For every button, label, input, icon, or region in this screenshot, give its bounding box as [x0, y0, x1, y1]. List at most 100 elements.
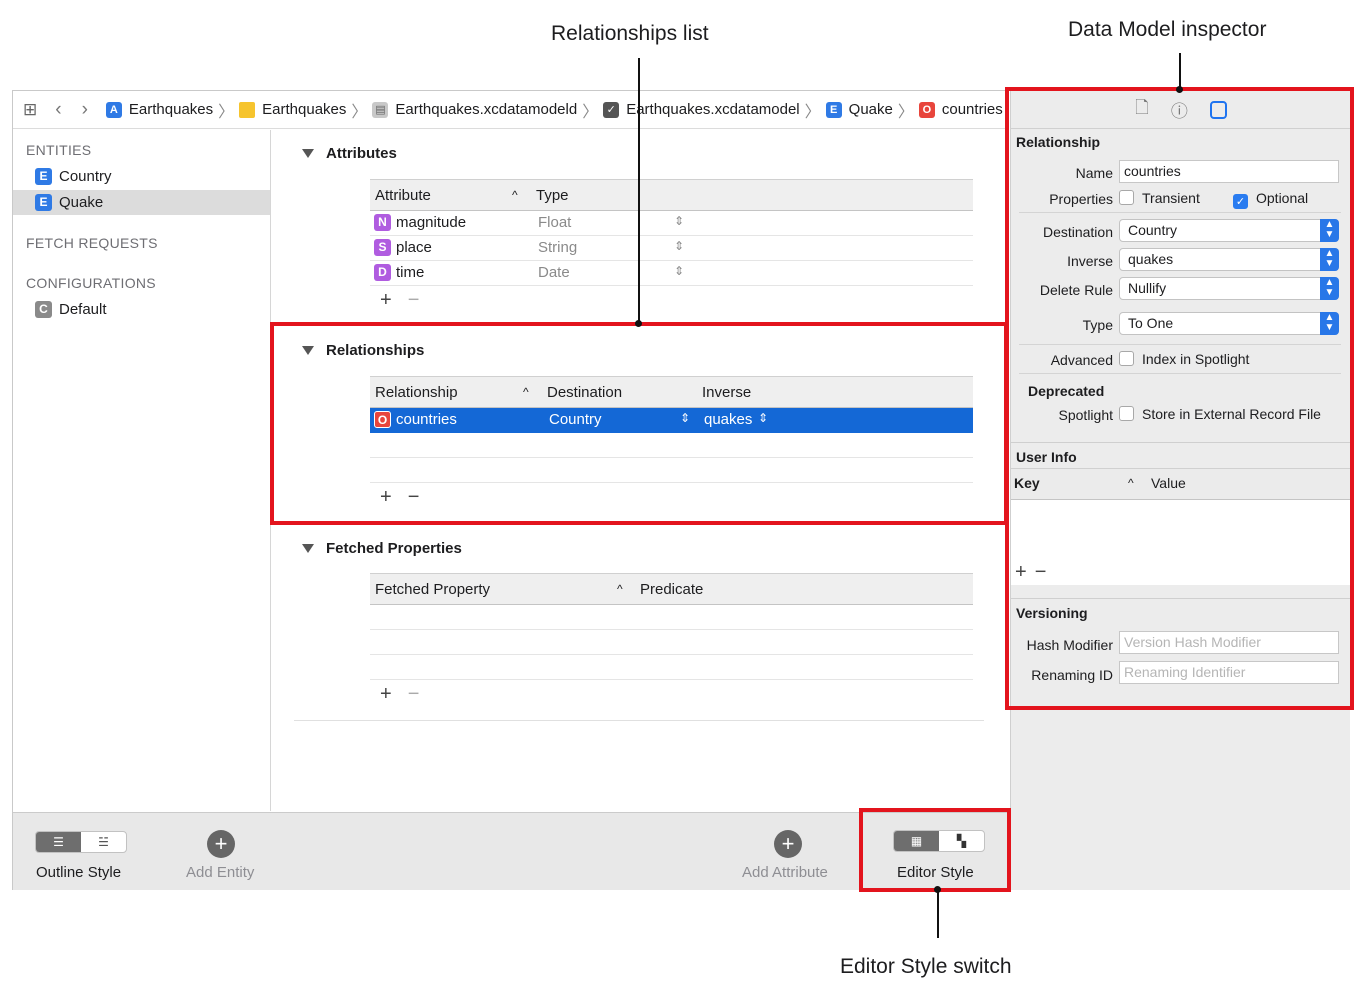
optional-checkbox[interactable]: ✓ Optional [1233, 190, 1308, 209]
column-predicate[interactable]: Predicate [640, 581, 703, 598]
table-row[interactable]: D time Date ⇕ [370, 261, 973, 286]
table-row [370, 433, 973, 458]
updown-chevron-icon[interactable]: ⇕ [674, 264, 684, 278]
graph-style-icon[interactable]: ▚ [939, 831, 984, 851]
relationship-section-header: Relationship [1016, 134, 1101, 150]
renaming-id-field[interactable]: Renaming Identifier [1119, 661, 1339, 684]
data-model-inspector-icon[interactable] [1209, 100, 1227, 119]
forward-arrow-icon[interactable]: › [82, 99, 88, 121]
updown-chevron-icon[interactable]: ⇕ [674, 214, 684, 228]
updown-chevron-icon[interactable]: ⇕ [674, 239, 684, 253]
remove-icon[interactable]: − [408, 486, 420, 508]
column-key[interactable]: Key [1014, 475, 1040, 491]
column-type[interactable]: Type [536, 187, 569, 204]
add-icon[interactable]: + [1015, 561, 1027, 583]
attributes-table: Attribute ^ Type N magnitude Float ⇕ S p… [370, 179, 973, 286]
store-external-record-checkbox[interactable]: Store in External Record File [1119, 406, 1321, 422]
sidebar-item-default[interactable]: C Default [13, 297, 270, 322]
model-editor: Attributes Attribute ^ Type N magnitude … [272, 130, 1009, 811]
remove-icon[interactable]: − [408, 683, 420, 705]
disclosure-triangle-icon[interactable] [302, 346, 314, 355]
add-icon[interactable]: + [380, 289, 392, 311]
entity-icon: E [35, 194, 52, 211]
disclosure-triangle-icon[interactable] [302, 544, 314, 553]
remove-icon[interactable]: − [408, 289, 420, 311]
sort-ascending-icon: ^ [617, 582, 623, 596]
index-in-spotlight-checkbox[interactable]: Index in Spotlight [1119, 351, 1249, 367]
hash-modifier-label: Hash Modifier [1026, 637, 1113, 653]
destination-popup[interactable]: Country ▲ ▼ [1119, 219, 1339, 242]
breadcrumb-model-file[interactable]: ✓ Earthquakes.xcdatamodel [603, 101, 800, 118]
table-row[interactable]: N magnitude Float ⇕ [370, 211, 973, 236]
add-icon[interactable]: + [380, 683, 392, 705]
callout-editor-style-switch: Editor Style switch [840, 955, 1012, 978]
breadcrumb-model-bundle[interactable]: ▤ Earthquakes.xcdatamodeld [372, 101, 577, 118]
checkbox-icon[interactable] [1119, 190, 1134, 205]
table-grid-icon[interactable]: ▦ [894, 831, 939, 851]
column-attribute[interactable]: Attribute [375, 187, 431, 204]
attributes-section-title[interactable]: Attributes [302, 145, 397, 162]
checkbox-icon[interactable] [1119, 351, 1134, 366]
checkmark-icon[interactable]: ✓ [1233, 194, 1248, 209]
disclosure-triangle-icon[interactable] [302, 149, 314, 158]
attributes-table-header: Attribute ^ Type [370, 179, 973, 211]
hierarchy-style-icon[interactable]: ☱ [81, 832, 126, 852]
table-style-icon[interactable]: ☰ [36, 832, 81, 852]
name-label: Name [1075, 165, 1113, 181]
type-label: Type [1082, 317, 1113, 333]
breadcrumb-separator: 〉 [218, 103, 235, 121]
add-entity-label: Add Entity [186, 864, 255, 881]
transient-checkbox[interactable]: Transient [1119, 190, 1200, 206]
file-inspector-icon[interactable]: 🗋 [1135, 95, 1149, 124]
updown-chevron-icon[interactable]: ⇕ [680, 411, 690, 425]
relationships-section-title[interactable]: Relationships [302, 342, 424, 359]
breadcrumb-project[interactable]: A Earthquakes [105, 101, 213, 118]
editor-style-segmented-control[interactable]: ▦ ▚ [893, 830, 985, 852]
delete-rule-popup[interactable]: Nullify ▲ ▼ [1119, 277, 1339, 300]
breadcrumb-relationship[interactable]: O countries [918, 101, 1003, 118]
column-value[interactable]: Value [1151, 475, 1186, 491]
hash-modifier-field[interactable]: Version Hash Modifier [1119, 631, 1339, 654]
type-popup[interactable]: To One ▲ ▼ [1119, 312, 1339, 335]
inspector-tabs: 🗋 ⓘ [1011, 91, 1351, 129]
user-info-table-body [1011, 500, 1351, 585]
column-fetched-property[interactable]: Fetched Property [375, 581, 490, 598]
sidebar-item-country[interactable]: E Country [13, 164, 270, 189]
table-row[interactable]: O countries Country ⇕ quakes ⇕ [370, 408, 973, 433]
breadcrumb-entity[interactable]: E Quake [825, 101, 893, 118]
entities-sidebar: ENTITIES E Country E Quake FETCH REQUEST… [13, 130, 271, 811]
relationship-icon: O [918, 101, 935, 118]
fetched-properties-section-title[interactable]: Fetched Properties [302, 540, 462, 557]
divider [1019, 212, 1341, 213]
breadcrumb-separator: 〉 [897, 103, 914, 121]
help-inspector-icon[interactable]: ⓘ [1171, 97, 1188, 122]
inverse-popup[interactable]: quakes ▲ ▼ [1119, 248, 1339, 271]
fetched-properties-table: Fetched Property ^ Predicate [370, 573, 973, 680]
updown-chevron-icon: ▲ ▼ [1320, 312, 1339, 335]
breadcrumb-folder[interactable]: Earthquakes [239, 101, 346, 118]
attribute-type-icon: D [374, 264, 391, 281]
back-arrow-icon[interactable]: ‹ [55, 99, 61, 121]
add-attribute-button[interactable]: + [774, 830, 802, 858]
sidebar-item-quake[interactable]: E Quake [13, 190, 270, 215]
grid-icon[interactable]: ⊞ [23, 100, 37, 120]
sort-ascending-icon: ^ [512, 188, 518, 202]
editor-style-label: Editor Style [897, 864, 974, 881]
add-icon[interactable]: + [380, 486, 392, 508]
data-model-inspector: 🗋 ⓘ Relationship Name countries Properti… [1010, 91, 1351, 890]
table-row [370, 630, 973, 655]
outline-style-segmented-control[interactable]: ☰ ☱ [35, 831, 127, 853]
entity-icon: E [35, 168, 52, 185]
table-row[interactable]: S place String ⇕ [370, 236, 973, 261]
column-destination[interactable]: Destination [547, 384, 622, 401]
column-relationship[interactable]: Relationship [375, 384, 458, 401]
name-field[interactable]: countries [1119, 160, 1339, 183]
sort-ascending-icon: ^ [523, 385, 529, 399]
add-entity-button[interactable]: + [207, 830, 235, 858]
checkbox-icon[interactable] [1119, 406, 1134, 421]
remove-icon[interactable]: − [1035, 561, 1047, 583]
column-inverse[interactable]: Inverse [702, 384, 751, 401]
breadcrumb-separator: 〉 [582, 103, 599, 121]
relationships-table-header: Relationship ^ Destination Inverse [370, 376, 973, 408]
updown-chevron-icon[interactable]: ⇕ [758, 411, 768, 425]
